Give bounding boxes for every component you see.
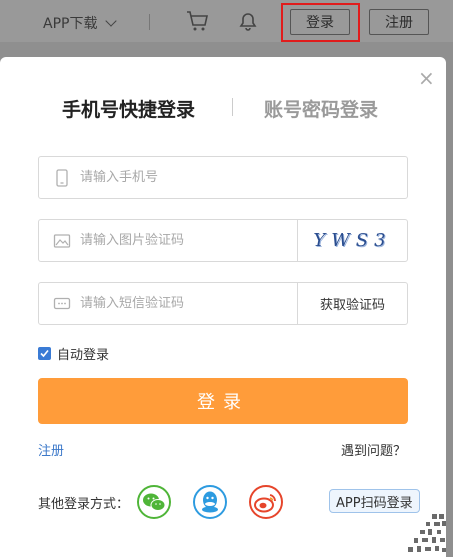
login-button[interactable]: 登录 (290, 9, 350, 35)
submit-login-button[interactable]: 登录 (38, 378, 408, 424)
sms-code-input[interactable] (80, 283, 290, 324)
wechat-icon[interactable] (137, 485, 171, 519)
cart-icon[interactable] (186, 10, 210, 32)
register-link[interactable]: 注册 (38, 440, 64, 459)
weibo-icon[interactable] (249, 485, 283, 519)
image-icon (53, 234, 71, 248)
phone-input[interactable] (80, 157, 400, 198)
app-download-menu[interactable]: APP下载 (43, 13, 118, 33)
tab-phone-login[interactable]: 手机号快捷登录 (62, 95, 195, 122)
sms-code-field: 获取验证码 (38, 282, 408, 325)
app-download-label: APP下载 (43, 16, 98, 32)
captcha-image[interactable]: YWS3 (297, 220, 407, 261)
top-navigation-bar: APP下载 登录 注册 (0, 0, 453, 42)
get-code-button[interactable]: 获取验证码 (297, 283, 407, 324)
divider (149, 14, 150, 30)
captcha-text: YWS3 (313, 230, 392, 251)
tab-divider (232, 98, 233, 116)
help-link[interactable]: 遇到问题？ (341, 440, 406, 459)
other-login-label: 其他登录方式： (38, 497, 130, 512)
checkbox-checked-icon[interactable] (38, 347, 51, 360)
auto-login-label: 自动登录 (57, 348, 110, 363)
qq-icon[interactable] (193, 485, 227, 519)
chevron-down-icon (105, 15, 118, 27)
captcha-field: YWS3 (38, 219, 408, 262)
phone-field (38, 156, 408, 199)
sms-icon (53, 297, 71, 310)
qr-code-icon[interactable] (404, 494, 446, 557)
auto-login-checkbox[interactable]: 自动登录 (38, 344, 109, 363)
login-modal: × 手机号快捷登录 账号密码登录 YWS3 获取验证码 (0, 57, 446, 557)
tab-account-login[interactable]: 账号密码登录 (264, 95, 378, 122)
bell-icon[interactable] (236, 10, 260, 32)
phone-icon (56, 169, 68, 187)
register-button[interactable]: 注册 (369, 9, 429, 35)
close-icon[interactable]: × (418, 68, 435, 88)
captcha-input[interactable] (80, 220, 290, 261)
